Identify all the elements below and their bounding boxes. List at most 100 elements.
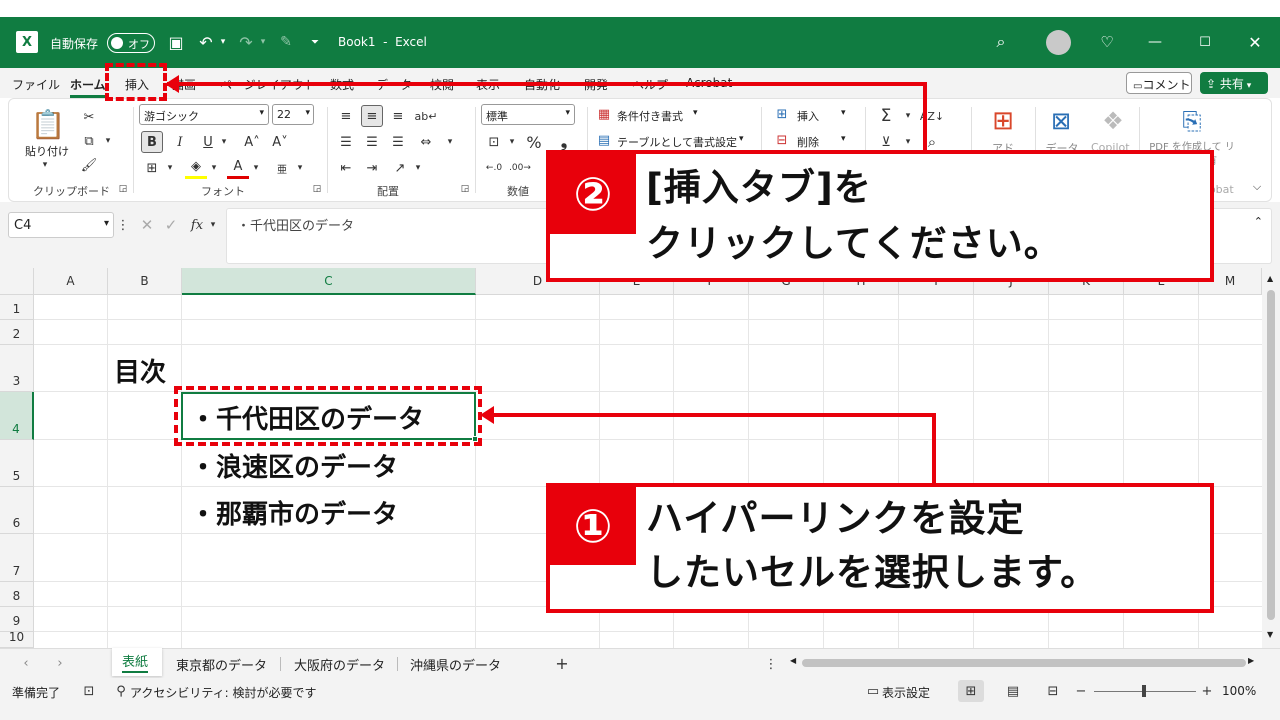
select-all-corner[interactable]: [0, 268, 34, 295]
dialog-launcher-icon[interactable]: ◲: [117, 183, 129, 195]
enter-icon[interactable]: ✓: [162, 214, 180, 236]
cell-c5[interactable]: ・浪速区のデータ: [190, 447, 398, 484]
format-as-table-icon[interactable]: ▤: [595, 131, 613, 149]
macro-record-icon[interactable]: ⊡: [80, 682, 98, 700]
cut-icon[interactable]: ✂: [79, 107, 99, 127]
addins-icon[interactable]: ⊞: [987, 105, 1019, 137]
conditional-format-icon[interactable]: ▦: [595, 105, 613, 123]
name-box[interactable]: C4 ▾: [8, 212, 114, 238]
fill-color-icon[interactable]: ◈: [185, 157, 207, 179]
insert-function-icon[interactable]: fx: [186, 214, 208, 236]
redo-icon[interactable]: ↷: [236, 32, 256, 52]
row-header[interactable]: 4: [0, 392, 34, 440]
normal-view-icon[interactable]: ⊞: [958, 680, 984, 702]
prev-sheet-icon[interactable]: ‹: [18, 654, 34, 672]
chevron-down-icon[interactable]: ▾: [218, 32, 228, 52]
merge-center-icon[interactable]: ⇔: [415, 131, 437, 153]
tab-file[interactable]: ファイル: [12, 76, 60, 93]
chevron-down-icon[interactable]: ▾: [251, 157, 261, 179]
bold-icon[interactable]: B: [141, 131, 163, 153]
save-icon[interactable]: ▣: [166, 32, 186, 52]
close-icon[interactable]: ✕: [1244, 31, 1266, 53]
underline-icon[interactable]: U: [197, 131, 219, 153]
data-analysis-icon[interactable]: ⊠: [1045, 105, 1077, 137]
align-top-icon[interactable]: ≡: [335, 105, 357, 127]
page-layout-view-icon[interactable]: ▤: [1002, 680, 1024, 702]
phonetic-icon[interactable]: 亜: [271, 157, 293, 179]
font-color-icon[interactable]: A: [227, 157, 249, 179]
zoom-out-icon[interactable]: −: [1074, 680, 1088, 702]
horizontal-scrollbar[interactable]: ◀ ▶: [790, 656, 1258, 669]
insert-cells-icon[interactable]: ⊞: [773, 105, 791, 123]
accessibility-icon[interactable]: ⚲: [112, 682, 130, 700]
page-break-view-icon[interactable]: ⊟: [1042, 680, 1064, 702]
orientation-icon[interactable]: ↗: [389, 157, 411, 179]
scroll-right-icon[interactable]: ▶: [1248, 656, 1254, 665]
comments-button[interactable]: ▭コメント: [1126, 72, 1192, 94]
sheet-tab-osaka[interactable]: 大阪府のデータ: [294, 655, 385, 674]
insert-cells-button[interactable]: 挿入: [797, 108, 819, 124]
display-settings-button[interactable]: 表示設定: [882, 684, 930, 701]
tab-home[interactable]: ホーム: [70, 76, 106, 98]
percent-icon[interactable]: %: [523, 131, 545, 153]
align-right-icon[interactable]: ☰: [387, 131, 409, 153]
collapse-ribbon-icon[interactable]: ⌵: [1249, 179, 1265, 195]
chevron-down-icon[interactable]: ▾: [295, 157, 305, 179]
chevron-down-icon[interactable]: ▾: [841, 134, 846, 144]
column-header[interactable]: A: [34, 268, 108, 295]
font-size-select[interactable]: 22 ▾: [272, 104, 314, 125]
increase-decimal-icon[interactable]: ←.0: [483, 157, 505, 179]
copy-icon[interactable]: ⧉: [79, 131, 99, 151]
undo-icon[interactable]: ↶: [196, 32, 216, 52]
expand-formula-icon[interactable]: ⌃: [1254, 215, 1263, 228]
cell-c6[interactable]: ・那覇市のデータ: [190, 494, 398, 531]
chevron-down-icon[interactable]: ▾: [258, 32, 268, 52]
chevron-down-icon[interactable]: ▾: [693, 108, 698, 118]
align-middle-icon[interactable]: ≡: [361, 105, 383, 127]
chevron-down-icon[interactable]: ▾: [841, 108, 846, 118]
scroll-thumb[interactable]: [1267, 290, 1275, 620]
chevron-down-icon[interactable]: ▾: [219, 131, 229, 153]
wrap-text-icon[interactable]: ab↵: [415, 105, 438, 127]
decrease-decimal-icon[interactable]: .00→: [509, 157, 531, 179]
paste-icon[interactable]: 📋: [31, 107, 66, 141]
customize-toolbar-icon[interactable]: ⏷: [308, 32, 322, 52]
next-sheet-icon[interactable]: ›: [52, 654, 68, 672]
zoom-slider[interactable]: [1094, 685, 1196, 697]
accessibility-status[interactable]: アクセシビリティ: 検討が必要です: [130, 684, 317, 701]
maximize-icon[interactable]: ☐: [1194, 31, 1216, 53]
align-center-icon[interactable]: ☰: [361, 131, 383, 153]
align-bottom-icon[interactable]: ≡: [387, 105, 409, 127]
column-header[interactable]: C: [182, 268, 476, 295]
cell-b3[interactable]: 目次: [114, 352, 166, 389]
more-options-icon[interactable]: ⋮: [765, 654, 778, 674]
format-painter-icon[interactable]: 🖌: [79, 155, 99, 175]
search-icon[interactable]: ⌕: [990, 31, 1012, 53]
chevron-down-icon[interactable]: ▾: [39, 159, 51, 171]
row-header[interactable]: 2: [0, 320, 34, 345]
copilot-icon[interactable]: ❖: [1097, 105, 1129, 137]
italic-icon[interactable]: I: [169, 131, 191, 153]
zoom-slider-thumb[interactable]: [1142, 685, 1146, 697]
number-format-select[interactable]: 標準 ▾: [481, 104, 575, 125]
lightbulb-icon[interactable]: ♡: [1096, 31, 1118, 53]
row-header[interactable]: 1: [0, 295, 34, 320]
sheet-tab-cover[interactable]: 表紙: [112, 648, 162, 676]
chevron-down-icon[interactable]: ▾: [103, 131, 113, 151]
currency-icon[interactable]: ⊡: [483, 131, 505, 153]
row-header[interactable]: 6: [0, 487, 34, 534]
autosave-toggle[interactable]: オフ: [107, 33, 155, 53]
font-name-select[interactable]: 游ゴシック ▾: [139, 104, 269, 125]
paste-label[interactable]: 貼り付け: [25, 143, 69, 159]
row-header[interactable]: 5: [0, 440, 34, 487]
chevron-down-icon[interactable]: ▾: [739, 134, 744, 144]
create-pdf-icon[interactable]: ⎘: [1177, 105, 1207, 137]
increase-font-icon[interactable]: A˄: [241, 131, 263, 153]
row-header[interactable]: 7: [0, 534, 34, 582]
autosum-icon[interactable]: Σ: [875, 105, 897, 127]
delete-cells-icon[interactable]: ⊟: [773, 131, 791, 149]
decrease-font-icon[interactable]: A˅: [269, 131, 291, 153]
dialog-launcher-icon[interactable]: ◲: [459, 183, 471, 195]
display-settings-icon[interactable]: ▭: [864, 682, 882, 700]
decrease-indent-icon[interactable]: ⇤: [335, 157, 357, 179]
